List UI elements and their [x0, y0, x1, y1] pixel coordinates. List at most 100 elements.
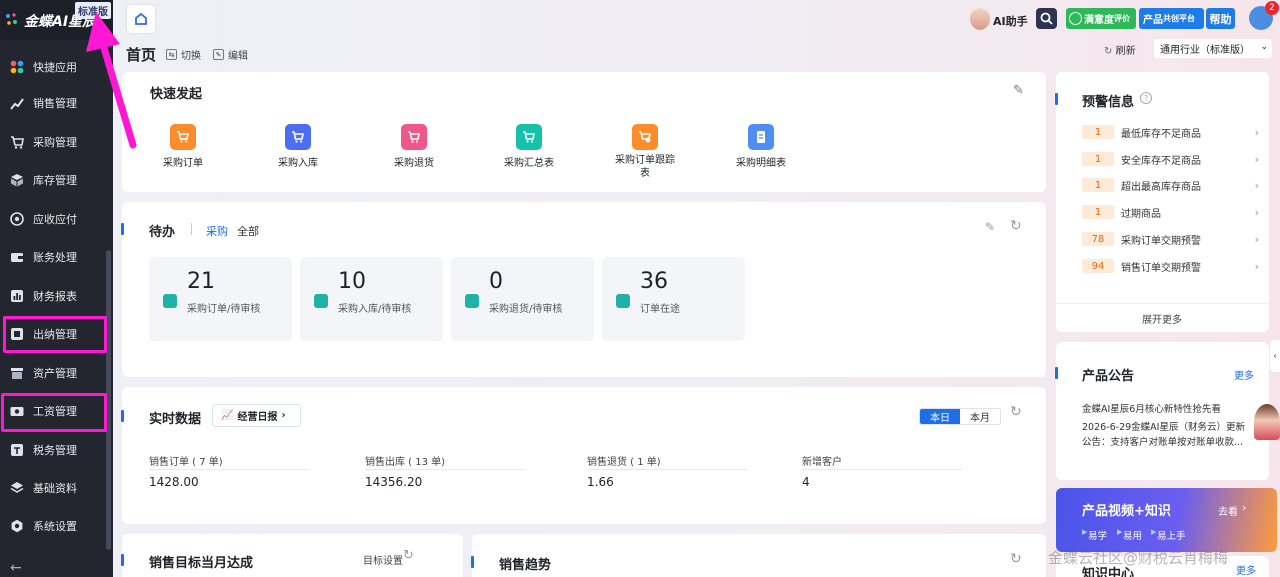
chevron-right-icon: › — [1254, 125, 1259, 139]
industry-select[interactable]: 通用行业（标准版） ⌄ — [1154, 39, 1272, 58]
refresh-icon: ↻ — [1104, 46, 1113, 57]
announcement-line[interactable]: 金蝶AI星辰6月核心新特性抢先看 — [1082, 401, 1221, 415]
target-refresh-icon[interactable]: ↻ — [403, 548, 414, 563]
quick-item-purchase-return[interactable]: 采购退货 — [369, 124, 459, 169]
announcement-line[interactable]: 公告：支持客户对账单按对账单收款... — [1082, 434, 1252, 448]
search-button[interactable] — [1036, 8, 1057, 29]
todo-count: 36 — [640, 269, 668, 294]
warning-item[interactable]: 1 最低库存不足商品 › — [1082, 124, 1262, 140]
satisfaction-sub: 评价 — [1114, 14, 1130, 23]
quick-item-purchase-order[interactable]: 采购订单 — [138, 124, 228, 169]
switch-button[interactable]: ⇆ 切换 — [166, 47, 201, 62]
warning-item[interactable]: 1 安全库存不足商品 › — [1082, 151, 1262, 167]
warning-item[interactable]: 1 过期商品 › — [1082, 204, 1262, 220]
sidebar-item-quick-apps[interactable]: 快捷应用 — [0, 48, 108, 86]
trend-refresh-icon[interactable]: ↻ — [1010, 551, 1022, 567]
business-daily-button[interactable]: 📈 经营日报 › — [212, 404, 301, 427]
metric-label: 销售订单 ( 7 单) — [149, 457, 223, 468]
help-button[interactable]: 帮助 — [1206, 8, 1235, 29]
sidebar-item-settings[interactable]: 系统设置 — [0, 507, 108, 545]
cart-icon — [10, 135, 24, 149]
todo-edit-icon[interactable]: ✎ — [985, 220, 995, 234]
play-icon: ▶ — [1117, 528, 1123, 536]
announcement-line[interactable]: 2026-6-29金蝶AI星辰（财务云）更新 — [1082, 419, 1252, 433]
todo-tab-all[interactable]: 全部 — [237, 223, 259, 239]
warning-count: 1 — [1082, 205, 1114, 219]
wallet-icon — [10, 250, 24, 264]
home-icon — [135, 12, 147, 25]
cobuild-platform-button[interactable]: 产品 共创平台 — [1139, 8, 1204, 29]
warning-count: 1 — [1082, 152, 1114, 166]
logo[interactable]: 金蝶AI星辰 标准版 — [0, 0, 113, 40]
chevron-right-icon: › — [1242, 501, 1247, 514]
purchase-summary-icon — [516, 124, 542, 150]
chevron-right-icon: › — [1254, 232, 1259, 246]
warning-item[interactable]: 78 采购订单交期预警 › — [1082, 231, 1262, 247]
todo-label: 订单在途 — [640, 304, 680, 315]
ai-assistant-label[interactable]: AI助手 — [993, 13, 1028, 29]
period-month-tab[interactable]: 本月 — [960, 409, 1000, 424]
target-setting-link[interactable]: 目标设置 — [363, 552, 403, 567]
sidebar-item-accounting[interactable]: 账务处理 — [0, 238, 108, 276]
refresh-button[interactable]: ↻ 刷新 — [1104, 42, 1136, 57]
business-daily-label: 经营日报 — [237, 412, 278, 423]
metric-divider — [365, 469, 525, 470]
realtime-refresh-icon[interactable]: ↻ — [1010, 404, 1022, 420]
help-circle-icon[interactable]: ? — [1140, 92, 1152, 104]
chevron-right-icon: › — [1254, 178, 1259, 192]
warning-item[interactable]: 1 超出最高库存商品 › — [1082, 177, 1262, 193]
cobuild-label: 产品 — [1143, 15, 1163, 26]
todo-item-purchase-inbound-pending[interactable]: 10 采购入库/待审核 — [300, 257, 443, 341]
warning-label: 采购订单交期预警 — [1121, 235, 1201, 247]
ai-assistant-avatar[interactable] — [970, 8, 990, 30]
metric-label: 新增客户 — [802, 457, 842, 468]
announcement-more-link[interactable]: 更多 — [1234, 367, 1254, 382]
quick-item-purchase-tracking[interactable]: 采购订单跟踪表 — [600, 124, 690, 180]
warning-count: 94 — [1082, 259, 1114, 273]
sidebar-item-financial-reports[interactable]: 财务报表 — [0, 277, 108, 315]
product-video-card[interactable] — [1056, 488, 1277, 552]
sales-trend-title: 销售趋势 — [499, 558, 552, 573]
assistant-avatar[interactable] — [1254, 404, 1280, 440]
quick-item-purchase-detail[interactable]: 采购明细表 — [716, 124, 806, 169]
play-icon: ▶ — [1151, 528, 1157, 536]
section-marker — [121, 223, 124, 235]
sidebar-item-master-data[interactable]: 基础资料 — [0, 469, 108, 507]
sidebar-item-sales[interactable]: 销售管理 — [0, 84, 108, 122]
product-video-go[interactable]: 去看 — [1218, 503, 1238, 518]
return-icon — [465, 294, 479, 308]
sidebar-item-inventory[interactable]: 库存管理 — [0, 161, 108, 199]
chevron-right-icon: › — [1254, 205, 1259, 219]
metric-label: 销售出库 ( 13 单) — [365, 457, 446, 468]
todo-item-purchase-order-pending[interactable]: 21 采购订单/待审核 — [149, 257, 292, 341]
sidebar-item-receivable-payable[interactable]: 应收应付 — [0, 200, 108, 238]
todo-tab-purchase[interactable]: 采购 — [206, 223, 228, 239]
metric-divider — [587, 469, 747, 470]
chevron-right-icon: › — [1254, 259, 1259, 273]
switch-icon: ⇆ — [166, 49, 177, 60]
sidebar-item-label: 采购管理 — [33, 136, 77, 149]
sidebar-item-purchase[interactable]: 采购管理 — [0, 123, 108, 161]
sidebar-item-label: 税务管理 — [33, 444, 77, 457]
report-icon — [10, 289, 24, 303]
expand-more-link[interactable]: 展开更多 — [1142, 311, 1182, 326]
todo-item-orders-in-transit[interactable]: 36 订单在途 — [602, 257, 745, 341]
quick-item-label: 采购入库 — [278, 158, 318, 169]
warning-item[interactable]: 94 销售订单交期预警 › — [1082, 258, 1262, 274]
sidebar-item-assets[interactable]: 资产管理 — [0, 354, 108, 392]
sidebar-item-tax[interactable]: 税务管理 — [0, 431, 108, 469]
quick-item-purchase-summary[interactable]: 采购汇总表 — [484, 124, 574, 169]
todo-item-purchase-return-pending[interactable]: 0 采购退货/待审核 — [451, 257, 594, 341]
period-day-tab[interactable]: 本日 — [920, 409, 960, 424]
edit-button[interactable]: ✎ 编辑 — [213, 47, 248, 62]
quick-item-purchase-inbound[interactable]: 采购入库 — [253, 124, 343, 169]
right-panel-toggle[interactable]: ‹ — [1270, 340, 1280, 372]
collapse-sidebar-icon[interactable]: ← — [10, 560, 22, 576]
edition-badge: 标准版 — [75, 2, 111, 19]
satisfaction-button[interactable]: 满意度 评价 — [1066, 8, 1136, 29]
todo-refresh-icon[interactable]: ↻ — [1010, 218, 1022, 234]
knowledge-more-link[interactable]: 更多 — [1236, 562, 1256, 577]
sidebar-item-label: 资产管理 — [33, 367, 77, 380]
quick-edit-icon[interactable]: ✎ — [1013, 83, 1024, 98]
home-button[interactable] — [127, 5, 155, 33]
